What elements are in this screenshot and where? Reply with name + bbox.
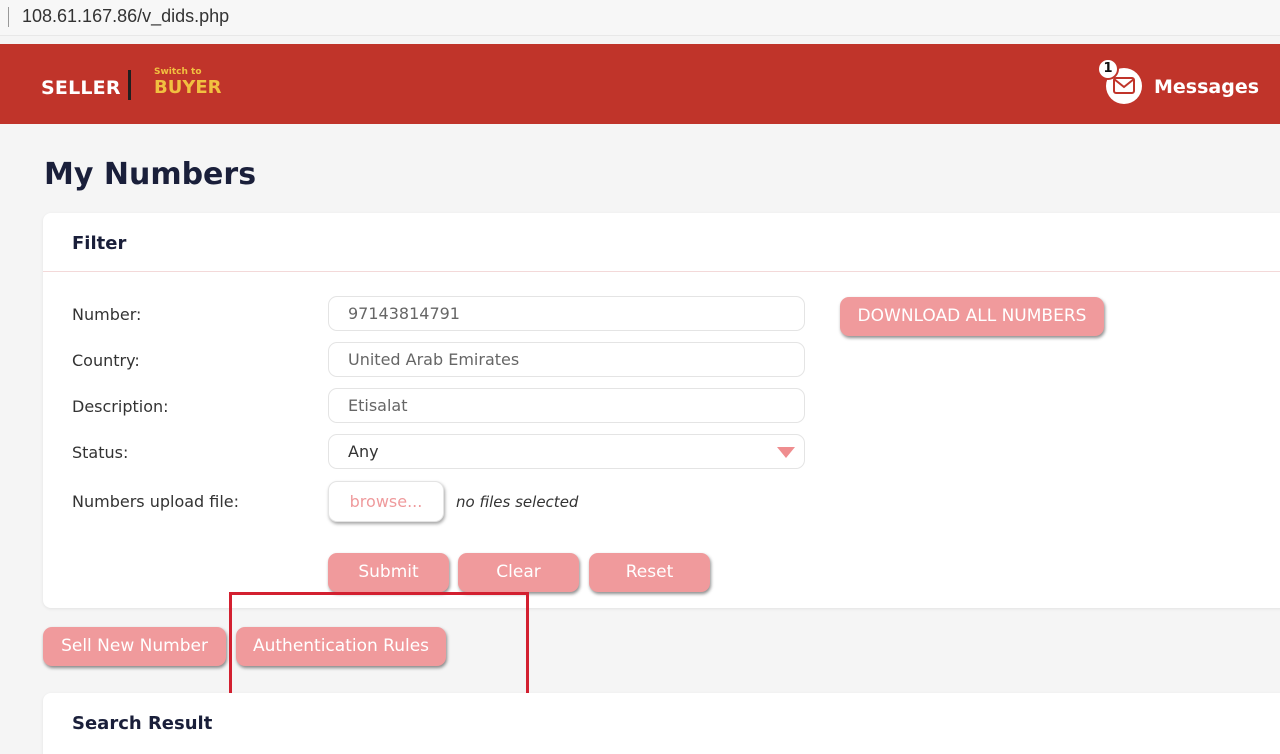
messages-link[interactable]: Messages	[1154, 76, 1259, 98]
status-label: Status:	[72, 443, 129, 462]
sell-new-number-button[interactable]: Sell New Number	[43, 627, 226, 666]
text-cursor	[8, 7, 9, 27]
switch-to-label[interactable]: Switch to	[154, 67, 202, 77]
upload-label: Numbers upload file:	[72, 492, 240, 511]
search-result-title: Search Result	[72, 713, 213, 734]
upload-status-text: no files selected	[456, 493, 579, 511]
country-input[interactable]: United Arab Emirates	[328, 342, 805, 377]
messages-count-badge: 1	[1097, 58, 1119, 80]
url-text: 108.61.167.86/v_dids.php	[22, 6, 230, 26]
reset-button[interactable]: Reset	[589, 553, 710, 592]
country-value: United Arab Emirates	[348, 350, 520, 369]
number-value: 97143814791	[348, 304, 460, 323]
browse-button[interactable]: browse...	[328, 481, 444, 522]
number-input[interactable]: 97143814791	[328, 296, 805, 331]
number-label: Number:	[72, 305, 142, 324]
search-result-panel: Search Result	[43, 693, 1280, 754]
status-value: Any	[348, 442, 379, 461]
description-input[interactable]: Etisalat	[328, 388, 805, 423]
country-label: Country:	[72, 351, 140, 370]
switch-to-buyer-link[interactable]: BUYER	[154, 77, 222, 98]
submit-button[interactable]: Submit	[328, 553, 449, 592]
dropdown-arrow-icon	[777, 447, 795, 458]
status-select[interactable]: Any	[328, 434, 805, 469]
header-divider	[128, 70, 131, 100]
filter-panel-header: Filter	[43, 213, 1280, 272]
seller-role-label: SELLER	[41, 77, 121, 99]
page-title: My Numbers	[44, 157, 257, 192]
description-label: Description:	[72, 397, 169, 416]
address-bar[interactable]: 108.61.167.86/v_dids.php	[0, 0, 1280, 36]
clear-button[interactable]: Clear	[458, 553, 579, 592]
description-value: Etisalat	[348, 396, 408, 415]
download-all-numbers-button[interactable]: DOWNLOAD ALL NUMBERS	[840, 297, 1104, 336]
filter-title: Filter	[72, 233, 127, 254]
